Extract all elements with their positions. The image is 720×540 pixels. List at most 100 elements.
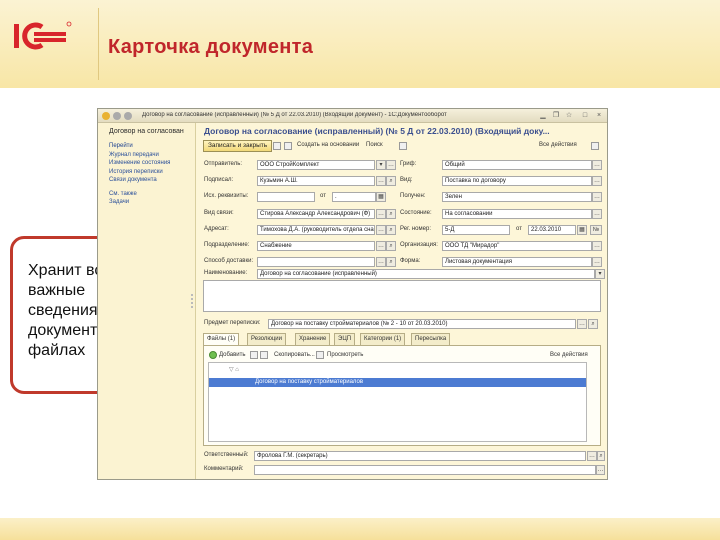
maximize-icon[interactable]: □: [580, 111, 590, 120]
subject-field[interactable]: Договор на поставку стройматериалов (№ 2…: [268, 319, 576, 329]
out-details-label: Исх. реквизиты:: [204, 193, 249, 199]
received-field[interactable]: Зелен: [442, 192, 592, 202]
addressee-field[interactable]: Тимохова Д.А. (руководитель отдела снаб.…: [257, 225, 375, 235]
addressee-label: Адресат:: [204, 226, 229, 232]
organization-field[interactable]: ООО ТД "Мирадор": [442, 241, 592, 251]
add-icon[interactable]: [209, 351, 217, 359]
calendar-icon[interactable]: ▦: [376, 192, 386, 202]
all-actions-button[interactable]: Все действия: [539, 142, 577, 148]
pencil-icon[interactable]: [250, 351, 258, 359]
copy-file-button[interactable]: Скопировать...: [274, 352, 315, 358]
reg-date-field[interactable]: 22.03.2010: [528, 225, 576, 235]
tab-categories[interactable]: Категории (1): [360, 333, 406, 345]
received-pick-icon[interactable]: …: [592, 192, 602, 202]
tab-files[interactable]: Файлы (1): [203, 333, 240, 345]
nav-item-tasks[interactable]: Задачи: [109, 198, 195, 207]
description-textarea[interactable]: [203, 280, 601, 312]
restore-icon[interactable]: ❐: [551, 111, 561, 120]
nav-item-state-change[interactable]: Изменение состояния: [109, 159, 195, 168]
state-field[interactable]: На согласовании: [442, 209, 592, 219]
slide-footer-band: [0, 518, 720, 540]
signed-open-icon[interactable]: ⌕: [386, 176, 396, 186]
tab-signature[interactable]: ЭЦП: [334, 333, 356, 345]
stamp-pick-icon[interactable]: …: [592, 160, 602, 170]
comment-field[interactable]: [254, 465, 596, 475]
department-open-icon[interactable]: ⌕: [386, 241, 396, 251]
out-date-field[interactable]: .: [332, 192, 376, 202]
forward-icon[interactable]: [124, 112, 132, 120]
files-grid[interactable]: ▽ ⌂ Договор на поставку стройматериалов: [208, 362, 587, 442]
stamp-field[interactable]: Общий: [442, 160, 592, 170]
tab-storage[interactable]: Хранение: [295, 333, 331, 345]
link-type-open-icon[interactable]: ⌕: [386, 209, 396, 219]
create-based-on-button[interactable]: Создать на основании: [297, 142, 359, 148]
refresh-icon[interactable]: [399, 142, 407, 150]
help-icon[interactable]: [591, 142, 599, 150]
panel-splitter[interactable]: [191, 294, 193, 308]
back-icon[interactable]: [113, 112, 121, 120]
responsible-pick-icon[interactable]: …: [587, 451, 597, 461]
reg-number-button[interactable]: №: [590, 225, 602, 235]
form-pick-icon[interactable]: …: [592, 257, 602, 267]
reg-calendar-icon[interactable]: ▦: [577, 225, 587, 235]
link-type-field[interactable]: Стирова Александр Александрович (Ф): [257, 209, 375, 219]
organization-pick-icon[interactable]: …: [592, 241, 602, 251]
sender-dropdown-icon[interactable]: ▾: [376, 160, 386, 170]
sender-label: Отправитель:: [204, 161, 242, 167]
delivery-open-icon[interactable]: ⌕: [386, 257, 396, 267]
reg-number-field[interactable]: 5-Д: [442, 225, 510, 235]
reg-date-label: от: [516, 226, 522, 232]
stamp-label: Гриф:: [400, 161, 417, 167]
nav-item-history[interactable]: История переписки: [109, 168, 195, 177]
save-icon[interactable]: [273, 142, 281, 150]
subject-open-icon[interactable]: ⌕: [588, 319, 598, 329]
department-label: Подразделение:: [204, 242, 250, 248]
add-file-button[interactable]: Добавить: [219, 352, 246, 358]
department-field[interactable]: Снабжение: [257, 241, 375, 251]
kind-field[interactable]: Поставка по договору: [442, 176, 592, 186]
sender-open-icon[interactable]: …: [386, 160, 396, 170]
delivery-pick-icon[interactable]: …: [376, 257, 386, 267]
out-number-field[interactable]: [257, 192, 315, 202]
subject-pick-icon[interactable]: …: [577, 319, 587, 329]
form-field[interactable]: Листовая документация: [442, 257, 592, 267]
responsible-open-icon[interactable]: ⌕: [597, 451, 605, 461]
favorite-icon[interactable]: ☆: [564, 111, 574, 120]
save-and-close-button[interactable]: Записать и закрыть: [203, 140, 273, 152]
files-all-actions-button[interactable]: Все действия: [550, 352, 588, 358]
received-label: Получен:: [400, 193, 426, 199]
copy-icon[interactable]: [260, 351, 268, 359]
print-icon[interactable]: [284, 142, 292, 150]
tab-resolutions[interactable]: Резолюции: [247, 333, 286, 345]
responsible-field[interactable]: Фролова Г.М. (секретарь): [254, 451, 586, 461]
close-icon[interactable]: ×: [594, 111, 604, 120]
sender-field[interactable]: ООО СтройКомплект: [257, 160, 375, 170]
state-pick-icon[interactable]: …: [592, 209, 602, 219]
file-row[interactable]: Договор на поставку стройматериалов: [209, 378, 586, 387]
reg-number-label: Рег. номер:: [400, 226, 431, 232]
name-dropdown-icon[interactable]: ▾: [595, 269, 605, 279]
delivery-field[interactable]: [257, 257, 375, 267]
nav-item-links[interactable]: Связи документа: [109, 176, 195, 185]
department-pick-icon[interactable]: …: [376, 241, 386, 251]
name-field[interactable]: Договор на согласование (исправленный): [257, 269, 595, 279]
nav-item-see-also[interactable]: См. также: [109, 190, 195, 199]
addressee-pick-icon[interactable]: …: [376, 225, 386, 235]
link-type-pick-icon[interactable]: …: [376, 209, 386, 219]
signed-pick-icon[interactable]: …: [376, 176, 386, 186]
nav-item-journal[interactable]: Журнал передачи: [109, 151, 195, 160]
comment-expand-icon[interactable]: …: [596, 465, 605, 475]
out-date-label: от: [320, 193, 326, 199]
view-icon[interactable]: [316, 351, 324, 359]
search-button[interactable]: Поиск: [366, 142, 383, 148]
sort-icon[interactable]: ▽ ⌂: [229, 367, 239, 373]
nav-item-go[interactable]: Перейти: [109, 142, 195, 151]
kind-pick-icon[interactable]: …: [592, 176, 602, 186]
addressee-open-icon[interactable]: ⌕: [386, 225, 396, 235]
view-file-button[interactable]: Просмотреть: [327, 352, 363, 358]
tab-forwarding[interactable]: Пересылка: [411, 333, 451, 345]
minimize-icon[interactable]: ▁: [538, 111, 548, 120]
signed-field[interactable]: Кузьмин А.Ш.: [257, 176, 375, 186]
slide-title: Карточка документа: [108, 36, 314, 58]
link-type-label: Вид связи:: [204, 210, 234, 216]
